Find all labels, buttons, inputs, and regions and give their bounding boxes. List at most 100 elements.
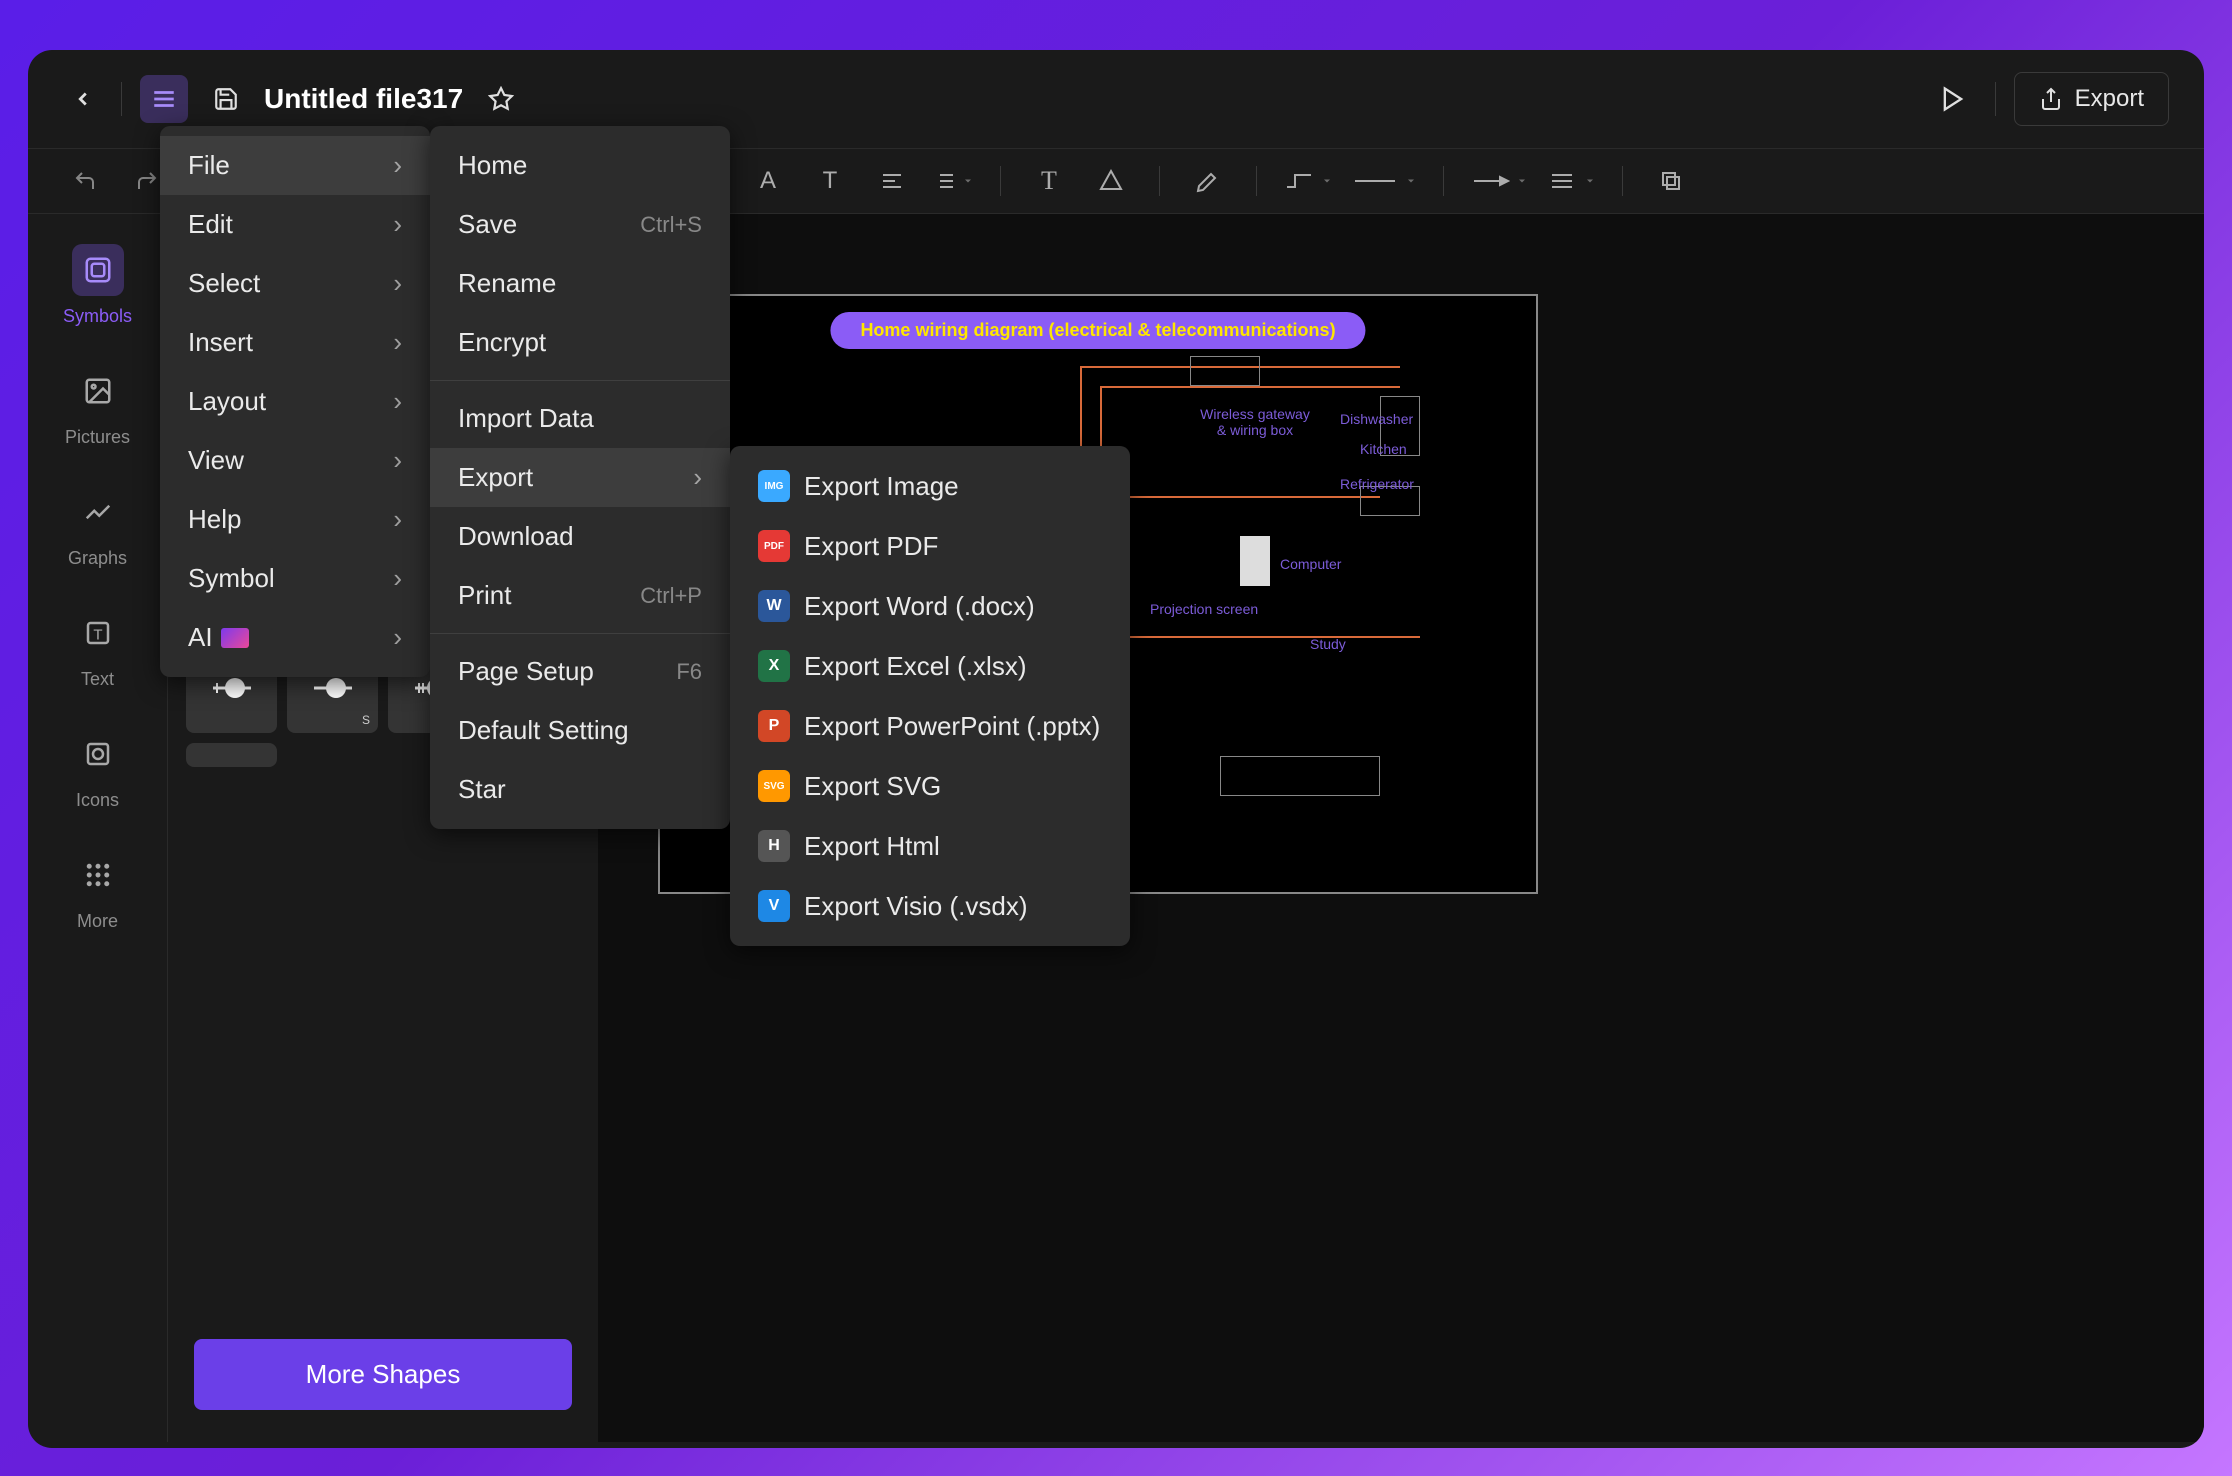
- menu-export-option[interactable]: XExport Excel (.xlsx): [730, 636, 1130, 696]
- chevron-right-icon: ›: [393, 386, 402, 417]
- main-menu-button[interactable]: [140, 75, 188, 123]
- graphs-icon: [83, 497, 113, 527]
- layers-button[interactable]: [1649, 159, 1693, 203]
- menu-export-option[interactable]: IMGExport Image: [730, 456, 1130, 516]
- menu-item-label: Export Visio (.vsdx): [804, 891, 1027, 922]
- sidebar-item-pictures[interactable]: Pictures: [65, 365, 130, 448]
- shortcut-label: Ctrl+S: [640, 212, 702, 238]
- file-type-icon: SVG: [758, 770, 790, 802]
- sidebar-item-graphs[interactable]: Graphs: [68, 486, 127, 569]
- file-type-icon: PDF: [758, 530, 790, 562]
- chevron-right-icon: ›: [393, 268, 402, 299]
- eyedropper-button[interactable]: [1186, 159, 1230, 203]
- menu-print[interactable]: PrintCtrl+P: [430, 566, 730, 625]
- save-button[interactable]: [206, 79, 246, 119]
- menu-item-label: Export PowerPoint (.pptx): [804, 711, 1100, 742]
- sidebar-item-text[interactable]: T Text: [72, 607, 124, 690]
- menu-file[interactable]: File›: [160, 136, 430, 195]
- document-title[interactable]: Untitled file317: [264, 83, 463, 115]
- menu-help[interactable]: Help›: [160, 490, 430, 549]
- chevron-right-icon: ›: [393, 150, 402, 181]
- more-icon: [83, 860, 113, 890]
- file-type-icon: X: [758, 650, 790, 682]
- menu-rename[interactable]: Rename: [430, 254, 730, 313]
- menu-download[interactable]: Download: [430, 507, 730, 566]
- file-type-icon: H: [758, 830, 790, 862]
- sidebar-item-symbols[interactable]: Symbols: [63, 244, 132, 327]
- menu-edit[interactable]: Edit›: [160, 195, 430, 254]
- sidebar-item-more[interactable]: More: [72, 849, 124, 932]
- menu-star[interactable]: Star: [430, 760, 730, 819]
- menu-symbol[interactable]: Symbol›: [160, 549, 430, 608]
- menu-export-option[interactable]: PDFExport PDF: [730, 516, 1130, 576]
- main-menu: File› Edit› Select› Insert› Layout› View…: [160, 126, 430, 677]
- left-sidebar: Symbols Pictures Graphs T Text Icons Mor…: [28, 214, 168, 1442]
- svg-text:T: T: [93, 626, 102, 643]
- back-button[interactable]: [63, 79, 103, 119]
- sidebar-item-label: Pictures: [65, 427, 130, 448]
- chevron-right-icon: ›: [393, 504, 402, 535]
- menu-layer: File› Edit› Select› Insert› Layout› View…: [160, 126, 1130, 946]
- pictures-icon: [83, 376, 113, 406]
- room-label: Study: [1310, 636, 1346, 652]
- menu-export-option[interactable]: SVGExport SVG: [730, 756, 1130, 816]
- menu-home[interactable]: Home: [430, 136, 730, 195]
- sidebar-item-label: Symbols: [63, 306, 132, 327]
- menu-layout[interactable]: Layout›: [160, 372, 430, 431]
- export-button[interactable]: Export: [2014, 72, 2169, 126]
- menu-ai[interactable]: AI›: [160, 608, 430, 667]
- connector-dropdown[interactable]: [1283, 169, 1333, 193]
- icons-icon: [83, 739, 113, 769]
- chevron-right-icon: ›: [393, 209, 402, 240]
- undo-button[interactable]: [63, 159, 107, 203]
- sidebar-item-icons[interactable]: Icons: [72, 728, 124, 811]
- room-label: Dishwasher: [1340, 411, 1413, 427]
- symbols-icon: [83, 255, 113, 285]
- room-label: Refrigerator: [1340, 476, 1414, 492]
- room-label: Wireless gateway & wiring box: [1200, 406, 1310, 438]
- menu-export[interactable]: Export›: [430, 448, 730, 507]
- chevron-right-icon: ›: [393, 563, 402, 594]
- app-window: Untitled file317 Export B I U A T T: [28, 50, 2204, 1448]
- file-type-icon: V: [758, 890, 790, 922]
- sidebar-item-label: More: [77, 911, 118, 932]
- export-button-label: Export: [2075, 85, 2144, 113]
- present-button[interactable]: [1929, 75, 1977, 123]
- menu-export-option[interactable]: W Export Word (.docx): [730, 576, 1130, 636]
- appliance-box: [1220, 756, 1380, 796]
- arrow-start-dropdown[interactable]: [1470, 169, 1528, 193]
- menu-default-setting[interactable]: Default Setting: [430, 701, 730, 760]
- sidebar-item-label: Graphs: [68, 548, 127, 569]
- file-submenu: Home SaveCtrl+S Rename Encrypt Import Da…: [430, 126, 730, 829]
- menu-export-option[interactable]: H Export Html: [730, 816, 1130, 876]
- room-label: Computer: [1280, 556, 1341, 572]
- menu-view[interactable]: View›: [160, 431, 430, 490]
- chevron-right-icon: ›: [393, 445, 402, 476]
- shortcut-label: Ctrl+P: [640, 583, 702, 609]
- export-icon: [2039, 87, 2063, 111]
- favorite-button[interactable]: [481, 79, 521, 119]
- menu-select[interactable]: Select›: [160, 254, 430, 313]
- menu-export-option[interactable]: P Export PowerPoint (.pptx): [730, 696, 1130, 756]
- menu-save[interactable]: SaveCtrl+S: [430, 195, 730, 254]
- chevron-right-icon: ›: [393, 622, 402, 653]
- menu-insert[interactable]: Insert›: [160, 313, 430, 372]
- arrow-end-dropdown[interactable]: [1546, 169, 1596, 193]
- chevron-right-icon: ›: [693, 462, 702, 493]
- menu-encrypt[interactable]: Encrypt: [430, 313, 730, 372]
- sidebar-item-label: Text: [81, 669, 114, 690]
- chevron-right-icon: ›: [393, 327, 402, 358]
- file-type-icon: W: [758, 590, 790, 622]
- menu-item-label: Export Html: [804, 831, 940, 862]
- file-type-icon: P: [758, 710, 790, 742]
- shortcut-label: F6: [676, 659, 702, 685]
- menu-item-label: Export Image: [804, 471, 959, 502]
- more-shapes-button[interactable]: More Shapes: [194, 1339, 572, 1410]
- sidebar-item-label: Icons: [76, 790, 119, 811]
- menu-page-setup[interactable]: Page SetupF6: [430, 642, 730, 701]
- menu-export-option[interactable]: V Export Visio (.vsdx): [730, 876, 1130, 936]
- menu-import-data[interactable]: Import Data: [430, 389, 730, 448]
- menu-item-label: Export Word (.docx): [804, 591, 1035, 622]
- line-style-dropdown[interactable]: [1351, 169, 1417, 193]
- export-submenu: IMGExport ImagePDFExport PDF W Export Word…: [730, 446, 1130, 946]
